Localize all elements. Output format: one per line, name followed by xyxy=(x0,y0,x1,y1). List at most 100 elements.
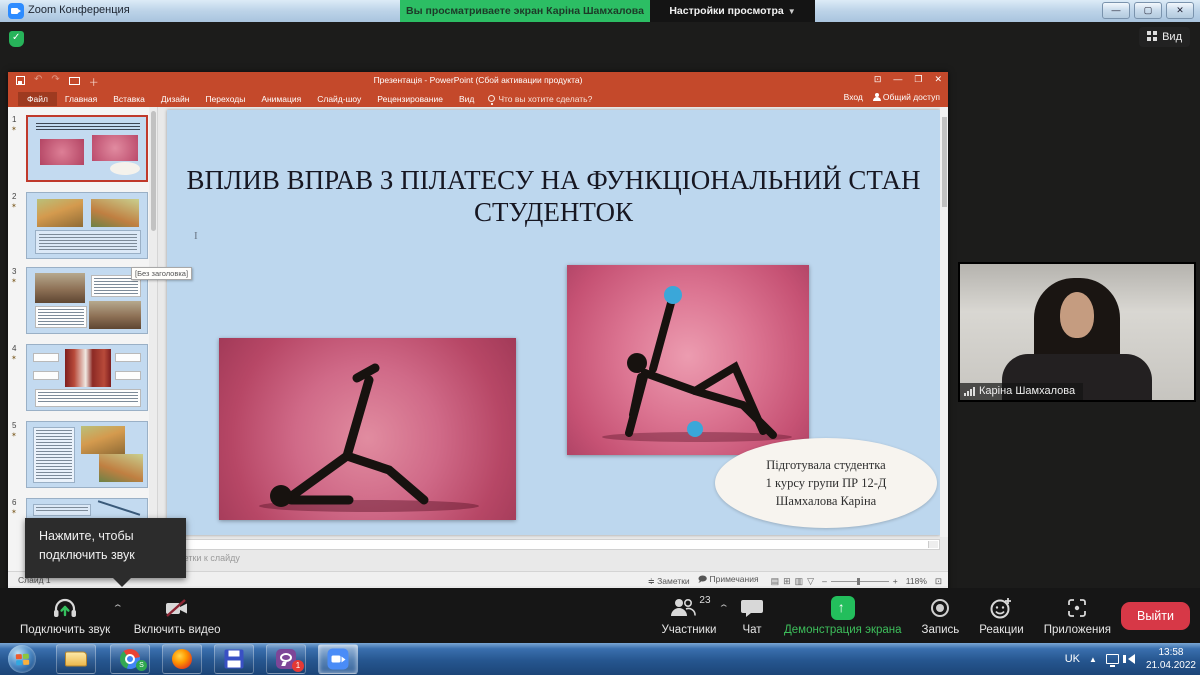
notes-pane[interactable]: Заметки к слайду xyxy=(167,553,940,569)
sign-in-link[interactable]: Вход xyxy=(844,92,863,102)
tray-date: 21.04.2022 xyxy=(1146,659,1196,672)
tab-transitions[interactable]: Переходы xyxy=(197,92,253,106)
zoom-app-icon xyxy=(8,3,24,19)
comments-toggle[interactable]: 🗩 Примечания xyxy=(698,574,759,588)
horizontal-scrollbar[interactable] xyxy=(167,539,940,550)
slide-canvas[interactable]: ВПЛИВ ВПРАВ З ПІЛАТЕСУ НА ФУНКЦІОНАЛЬНИЙ… xyxy=(167,110,940,535)
tab-file[interactable]: Файл xyxy=(18,92,57,106)
chat-button[interactable]: Чат xyxy=(730,595,774,636)
taskbar-explorer[interactable] xyxy=(56,644,96,674)
tab-view[interactable]: Вид xyxy=(451,92,482,106)
language-indicator[interactable]: UK xyxy=(1065,653,1080,665)
tab-design[interactable]: Дизайн xyxy=(153,92,198,106)
apps-button[interactable]: Приложения xyxy=(1034,595,1121,636)
windows-flag-icon xyxy=(16,654,30,666)
video-off-icon xyxy=(163,595,191,621)
share-button[interactable]: Общий доступ xyxy=(873,92,940,102)
animation-star-icon: ✶ xyxy=(11,125,17,133)
close-button[interactable]: ✕ xyxy=(1166,2,1194,19)
person-icon xyxy=(873,93,880,100)
animation-star-icon: ✶ xyxy=(11,508,17,516)
taskbar-save-app[interactable] xyxy=(214,644,254,674)
taskbar-firefox[interactable] xyxy=(162,644,202,674)
participant-video-tile[interactable]: Каріна Шамхалова xyxy=(958,262,1196,402)
tab-slideshow[interactable]: Слайд-шоу xyxy=(309,92,369,106)
pp-close-button[interactable]: ✕ xyxy=(934,74,942,85)
tab-animations[interactable]: Анимация xyxy=(253,92,309,106)
taskbar-viber[interactable]: 1 xyxy=(266,644,306,674)
animation-star-icon: ✶ xyxy=(11,277,17,285)
join-audio-button[interactable]: Подключить звук xyxy=(10,595,120,636)
share-screen-button[interactable]: Демонстрация экрана xyxy=(774,595,912,636)
zoom-level[interactable]: 118% xyxy=(906,576,927,586)
person-face xyxy=(1060,292,1094,338)
hidden-icons-caret[interactable]: ▲ xyxy=(1089,655,1097,664)
slide-thumbnail-5[interactable]: 5 ✶ xyxy=(26,421,150,488)
security-shield-icon[interactable] xyxy=(9,31,24,47)
explorer-icon xyxy=(65,652,87,667)
tab-insert[interactable]: Вставка xyxy=(105,92,153,106)
pp-restore-button[interactable]: ❐ xyxy=(914,74,922,85)
zoom-slider[interactable]: –+ xyxy=(822,576,898,586)
redo-icon[interactable]: ↷ xyxy=(51,74,59,89)
view-layout-button[interactable]: Вид xyxy=(1139,27,1190,47)
pp-minimize-button[interactable]: — xyxy=(893,74,902,85)
slide-title[interactable]: ВПЛИВ ВПРАВ З ПІЛАТЕСУ НА ФУНКЦІОНАЛЬНИЙ… xyxy=(185,165,922,229)
view-settings-dropdown[interactable]: Настройки просмотра▼ xyxy=(650,0,815,22)
vertical-scrollbar[interactable] xyxy=(940,107,948,537)
participants-button[interactable]: 23 Участники xyxy=(652,595,727,636)
bubble-line-1: Підготувала студентка xyxy=(766,456,887,474)
start-video-button[interactable]: Включить видео xyxy=(124,595,231,636)
record-button[interactable]: Запись xyxy=(912,595,970,636)
start-button[interactable] xyxy=(8,645,36,673)
slide-thumbnail-4[interactable]: 4 ✶ xyxy=(26,344,150,411)
share-screen-icon xyxy=(831,596,855,620)
meeting-stage: Вид ↶ ↷ ＋ Презентація - PowerPoint (Сбой… xyxy=(0,22,1200,588)
tab-review[interactable]: Рецензирование xyxy=(369,92,451,106)
taskbar-clock[interactable]: 13:58 21.04.2022 xyxy=(1146,646,1196,672)
leave-button[interactable]: Выйти xyxy=(1121,602,1190,630)
reactions-icon xyxy=(989,595,1013,621)
chat-icon xyxy=(740,595,764,621)
slide-thumbnail-panel: 1 ✶ 2 ✶ xyxy=(8,107,158,571)
screen-share-banner: Вы просматриваете экран Каріна Шамхалова xyxy=(400,0,650,22)
slide-thumbnail-2[interactable]: 2 ✶ xyxy=(26,192,150,259)
network-icon[interactable] xyxy=(1106,654,1119,664)
customize-qat-icon[interactable]: ＋ xyxy=(89,74,99,89)
author-bubble[interactable]: Підготувала студентка 1 курсу групи ПР 1… xyxy=(715,438,937,528)
taskbar-chrome[interactable]: S xyxy=(110,644,150,674)
taskbar-zoom[interactable] xyxy=(318,644,358,674)
participants-options-caret[interactable]: ⌃ xyxy=(718,603,730,614)
grid-icon xyxy=(1147,31,1157,41)
zoom-titlebar: Zoom Конференция Вы просматриваете экран… xyxy=(0,0,1200,22)
reactions-button[interactable]: Реакции xyxy=(969,595,1033,636)
ribbon-options-icon[interactable]: ⊡ xyxy=(874,74,882,85)
viber-badge: 1 xyxy=(292,660,304,672)
minimize-button[interactable]: — xyxy=(1102,2,1130,19)
audio-options-caret[interactable]: ⌃ xyxy=(112,603,124,614)
view-buttons[interactable]: ▤⊞▥▽ xyxy=(767,576,815,587)
slide-number: 2 xyxy=(12,192,16,201)
participants-icon xyxy=(669,596,697,621)
pilates-image-right[interactable] xyxy=(567,265,809,455)
slideshow-icon[interactable] xyxy=(69,77,80,85)
quick-access-toolbar: ↶ ↷ ＋ xyxy=(16,74,99,89)
tab-home[interactable]: Главная xyxy=(57,92,105,106)
panel-scrollbar[interactable] xyxy=(149,107,157,571)
no-title-tooltip: [Без заголовка] xyxy=(131,267,192,280)
save-icon[interactable] xyxy=(16,76,25,85)
join-audio-tooltip: Нажмите, чтобы подключить звук xyxy=(25,518,186,578)
chrome-badge: S xyxy=(136,660,147,671)
floppy-icon xyxy=(225,650,244,669)
maximize-button[interactable]: ▢ xyxy=(1134,2,1162,19)
pilates-image-left[interactable] xyxy=(219,338,516,520)
slide-thumbnail-1[interactable]: 1 ✶ xyxy=(26,115,150,182)
speaker-icon[interactable] xyxy=(1128,654,1135,664)
undo-icon[interactable]: ↶ xyxy=(34,74,42,89)
tell-me-box[interactable]: Что вы хотите сделать? xyxy=(488,94,592,104)
firefox-icon xyxy=(172,649,192,669)
zoom-app-title: Zoom Конференция xyxy=(28,4,130,16)
notes-toggle[interactable]: ≑ Заметки xyxy=(648,576,690,587)
slide-number: 1 xyxy=(12,115,16,124)
fit-slide-icon[interactable]: ⊡ xyxy=(935,576,942,587)
